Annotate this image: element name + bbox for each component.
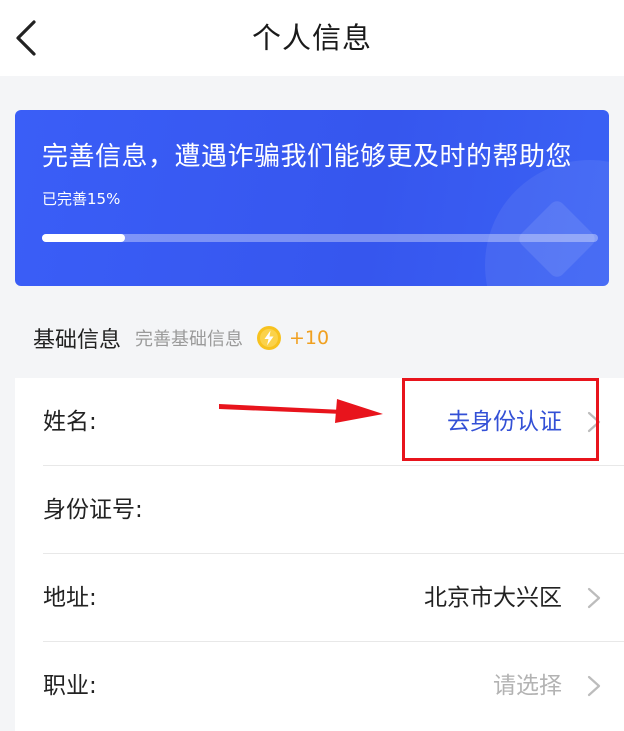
banner-title: 完善信息，遭遇诈骗我们能够更及时的帮助您 [42,142,573,172]
completion-banner: 完善信息，遭遇诈骗我们能够更及时的帮助您 已完善15% [15,110,609,286]
chevron-right-icon [587,587,601,609]
page-title: 个人信息 [251,21,372,55]
basic-info-section-header: 基础信息 完善基础信息 +10 [33,318,329,358]
section-subtitle: 完善基础信息 [135,329,244,350]
field-label-id-number: 身份证号: [43,497,143,523]
red-highlight-box [402,378,599,461]
field-value-occupation: 请选择 [493,673,562,699]
lightning-coin-icon [257,326,282,350]
personal-info-page: 个人信息 完善信息，遭遇诈骗我们能够更及时的帮助您 已完善15% 基础信息 完善… [0,0,624,731]
chevron-right-icon [587,675,601,697]
section-title: 基础信息 [33,328,122,353]
reward-points: +10 [289,327,330,349]
field-row-occupation[interactable]: 职业: 请选择 [15,642,624,730]
completion-progress-fill [42,234,125,242]
top-bar: 个人信息 [0,0,624,76]
field-row-id-number[interactable]: 身份证号: [15,466,624,554]
field-value-address: 北京市大兴区 [424,585,562,611]
field-label-address: 地址: [43,585,97,611]
field-label-name: 姓名: [43,409,97,435]
completion-progress-bar [42,234,598,242]
red-arrow [219,399,383,423]
field-row-address[interactable]: 地址: 北京市大兴区 [15,554,624,642]
completion-percent-label: 已完善15% [42,190,121,208]
field-label-occupation: 职业: [43,673,97,699]
